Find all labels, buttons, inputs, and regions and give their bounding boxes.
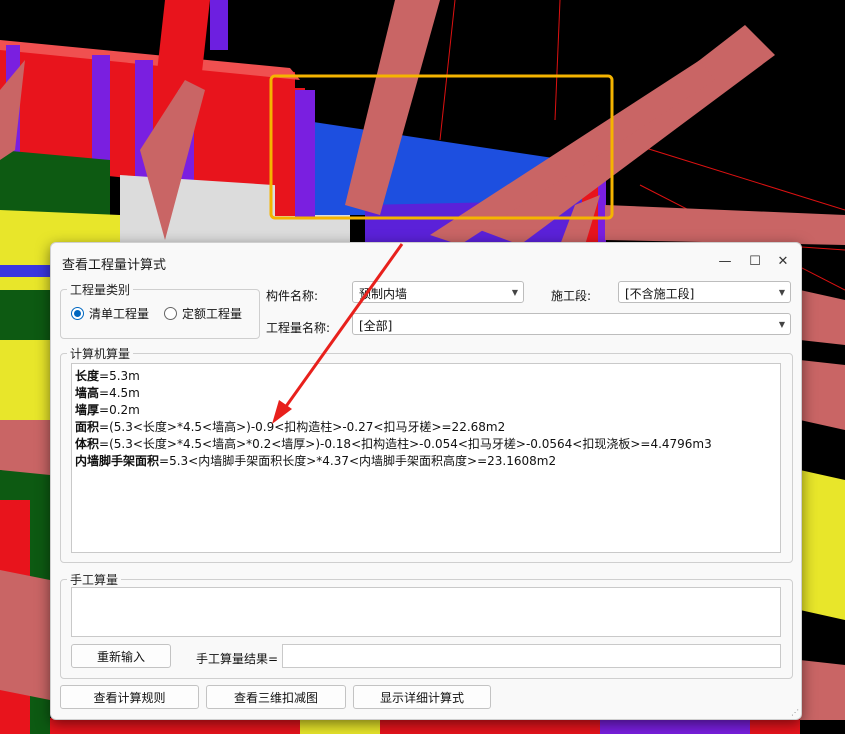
view-3d-deduction-button[interactable]: 查看三维扣减图: [206, 685, 346, 709]
computer-calc-legend: 计算机算量: [70, 347, 131, 361]
calc-line: 内墙脚手架面积=5.3<内墙脚手架面积长度>*4.37<内墙脚手架面积高度>=2…: [75, 453, 777, 470]
calc-line: 面积=(5.3<长度>*4.5<墙高>)-0.9<扣构造柱>-0.27<扣马牙槎…: [75, 419, 777, 436]
chevron-down-icon: ▼: [511, 288, 518, 297]
calc-line-expr: =5.3m: [99, 369, 140, 383]
calc-line: 长度=5.3m: [75, 368, 777, 385]
title-bar[interactable]: 查看工程量计算式 — ☐ ✕: [51, 243, 801, 281]
chevron-down-icon: ▼: [778, 320, 785, 329]
qty-name-select[interactable]: [全部] ▼: [352, 313, 791, 335]
radio-bill-qty-label: 清单工程量: [89, 307, 150, 321]
manual-calc-input[interactable]: [71, 587, 781, 637]
manual-result-label: 手工算量结果=: [196, 652, 279, 666]
component-name-select[interactable]: 预制内墙 ▼: [352, 281, 524, 303]
calc-line-name: 墙高: [75, 386, 100, 400]
calc-line-expr: =4.5m: [99, 386, 140, 400]
calc-line-name: 长度: [75, 369, 100, 383]
radio-bill-qty[interactable]: 清单工程量: [71, 305, 149, 322]
qty-name-value: [全部]: [359, 319, 393, 333]
dialog-title: 查看工程量计算式: [62, 258, 167, 273]
section-value: [不含施工段]: [625, 287, 695, 301]
manual-result-field[interactable]: [282, 644, 781, 668]
show-detail-formula-button[interactable]: 显示详细计算式: [353, 685, 491, 709]
calc-line: 体积=(5.3<长度>*4.5<墙高>*0.2<墙厚>)-0.18<扣构造柱>-…: [75, 436, 777, 453]
close-icon[interactable]: ✕: [773, 253, 793, 271]
calc-line-name: 面积: [75, 420, 100, 434]
manual-calc-legend: 手工算量: [70, 573, 119, 587]
qty-name-label: 工程量名称:: [266, 321, 331, 335]
calc-formula-dialog: 查看工程量计算式 — ☐ ✕ 工程量类别 清单工程量 定额工程量 构件名称: 预…: [50, 242, 802, 720]
resize-grip-icon[interactable]: ⋰: [791, 708, 799, 717]
minimize-icon[interactable]: —: [715, 253, 735, 271]
section-label: 施工段:: [551, 289, 592, 303]
reenter-button[interactable]: 重新输入: [71, 644, 171, 668]
calc-line-expr: =5.3<内墙脚手架面积长度>*4.37<内墙脚手架面积高度>=23.1608m…: [159, 454, 557, 468]
computer-calc-textbox[interactable]: 长度=5.3m 墙高=4.5m 墙厚=0.2m 面积=(5.3<长度>*4.5<墙高>…: [71, 363, 781, 553]
calc-line-expr: =0.2m: [99, 403, 140, 417]
calc-line-expr: =(5.3<长度>*4.5<墙高>)-0.9<扣构造柱>-0.27<扣马牙槎>=…: [99, 420, 506, 434]
qty-type-legend: 工程量类别: [70, 283, 131, 297]
maximize-icon[interactable]: ☐: [745, 253, 765, 271]
radio-quota-qty-dot[interactable]: [164, 307, 177, 320]
chevron-down-icon: ▼: [778, 288, 785, 297]
component-name-label: 构件名称:: [266, 289, 319, 303]
view-rules-button[interactable]: 查看计算规则: [60, 685, 199, 709]
calc-line-expr: =(5.3<长度>*4.5<墙高>*0.2<墙厚>)-0.18<扣构造柱>-0.…: [99, 437, 712, 451]
section-select[interactable]: [不含施工段] ▼: [618, 281, 791, 303]
calc-line: 墙高=4.5m: [75, 385, 777, 402]
radio-quota-qty-label: 定额工程量: [182, 307, 243, 321]
radio-bill-qty-dot[interactable]: [71, 307, 84, 320]
calc-line-name: 墙厚: [75, 403, 100, 417]
calc-line: 墙厚=0.2m: [75, 402, 777, 419]
calc-line-name: 内墙脚手架面积: [75, 454, 160, 468]
radio-quota-qty[interactable]: 定额工程量: [164, 305, 242, 322]
calc-line-name: 体积: [75, 437, 100, 451]
component-name-value: 预制内墙: [359, 287, 408, 301]
